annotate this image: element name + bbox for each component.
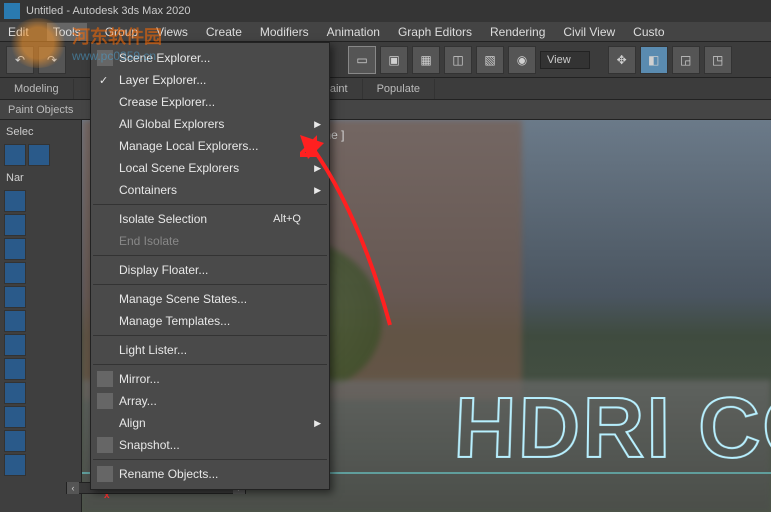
menu-manage-local-explorers[interactable]: Manage Local Explorers... bbox=[91, 135, 329, 157]
select-similar-icon[interactable]: ▧ bbox=[476, 46, 504, 74]
menu-light-lister[interactable]: Light Lister... bbox=[91, 339, 329, 361]
menu-all-global-explorers[interactable]: All Global Explorers▶ bbox=[91, 113, 329, 135]
scene-explorer-icon bbox=[97, 50, 113, 66]
check-icon: ✓ bbox=[99, 74, 108, 87]
display-hidden-icon[interactable] bbox=[4, 454, 26, 476]
submenu-arrow-icon: ▶ bbox=[314, 418, 321, 429]
display-xrefs-icon[interactable] bbox=[4, 358, 26, 380]
menu-create[interactable]: Create bbox=[206, 25, 242, 39]
snapshot-icon bbox=[97, 437, 113, 453]
menu-manage-scene-states[interactable]: Manage Scene States... bbox=[91, 288, 329, 310]
display-lights-icon[interactable] bbox=[4, 238, 26, 260]
undo-button[interactable]: ↶ bbox=[6, 46, 34, 74]
selection-filter-dropdown[interactable]: View bbox=[540, 51, 590, 69]
submenu-arrow-icon: ▶ bbox=[314, 185, 321, 196]
display-cameras-icon[interactable] bbox=[4, 262, 26, 284]
menubar: Edit Tools Group Views Create Modifiers … bbox=[0, 22, 771, 42]
display-bones-icon[interactable] bbox=[4, 382, 26, 404]
menu-rename-objects[interactable]: Rename Objects... bbox=[91, 463, 329, 485]
menu-manage-templates[interactable]: Manage Templates... bbox=[91, 310, 329, 332]
menu-snapshot[interactable]: Snapshot... bbox=[91, 434, 329, 456]
paint-select-icon[interactable]: ◉ bbox=[508, 46, 536, 74]
menu-views[interactable]: Views bbox=[156, 25, 188, 39]
left-panel-header: Selec bbox=[0, 120, 81, 140]
menu-align[interactable]: Align▶ bbox=[91, 412, 329, 434]
array-icon bbox=[97, 393, 113, 409]
submenu-arrow-icon: ▶ bbox=[314, 163, 321, 174]
display-groups-icon[interactable] bbox=[4, 334, 26, 356]
shortcut-label: Alt+Q bbox=[273, 213, 301, 225]
menu-edit[interactable]: Edit bbox=[8, 25, 29, 39]
menu-crease-explorer[interactable]: Crease Explorer... bbox=[91, 91, 329, 113]
display-helpers-icon[interactable] bbox=[4, 286, 26, 308]
select-rect-icon[interactable]: ▭ bbox=[348, 46, 376, 74]
menu-rendering[interactable]: Rendering bbox=[490, 25, 545, 39]
select-object-icon[interactable]: ▦ bbox=[412, 46, 440, 74]
move-icon[interactable]: ✥ bbox=[608, 46, 636, 74]
viewport-3d-text[interactable]: HDRI CO bbox=[452, 380, 771, 478]
menu-group[interactable]: Group bbox=[105, 25, 138, 39]
window-title: Untitled - Autodesk 3ds Max 2020 bbox=[26, 5, 190, 17]
menu-tools[interactable]: Tools bbox=[47, 23, 87, 41]
rotate-icon[interactable]: ◧ bbox=[640, 46, 668, 74]
left-panel: Selec Nar bbox=[0, 120, 82, 512]
ribbon-tab-modeling[interactable]: Modeling bbox=[0, 79, 74, 99]
display-containers-icon[interactable] bbox=[4, 406, 26, 428]
display-shapes-icon[interactable] bbox=[4, 214, 26, 236]
menu-isolate-selection[interactable]: Isolate SelectionAlt+Q bbox=[91, 208, 329, 230]
display-spacewarps-icon[interactable] bbox=[4, 310, 26, 332]
menu-mirror[interactable]: Mirror... bbox=[91, 368, 329, 390]
menu-modifiers[interactable]: Modifiers bbox=[260, 25, 309, 39]
menu-end-isolate: End Isolate bbox=[91, 230, 329, 252]
tools-menu: Scene Explorer... ✓Layer Explorer... Cre… bbox=[90, 42, 330, 490]
menu-animation[interactable]: Animation bbox=[327, 25, 380, 39]
menu-layer-explorer[interactable]: ✓Layer Explorer... bbox=[91, 69, 329, 91]
filter2-icon[interactable] bbox=[28, 144, 50, 166]
rename-icon bbox=[97, 466, 113, 482]
display-geometry-icon[interactable] bbox=[4, 190, 26, 212]
redo-button[interactable]: ↷ bbox=[38, 46, 66, 74]
ribbon-tab-populate[interactable]: Populate bbox=[363, 79, 435, 99]
menu-scene-explorer[interactable]: Scene Explorer... bbox=[91, 47, 329, 69]
panel-strip-label: Paint Objects bbox=[8, 104, 73, 116]
submenu-arrow-icon: ▶ bbox=[314, 119, 321, 130]
titlebar: Untitled - Autodesk 3ds Max 2020 bbox=[0, 0, 771, 22]
scale-icon[interactable]: ◲ bbox=[672, 46, 700, 74]
select-region-icon[interactable]: ◫ bbox=[444, 46, 472, 74]
placement-icon[interactable]: ◳ bbox=[704, 46, 732, 74]
menu-array[interactable]: Array... bbox=[91, 390, 329, 412]
app-icon bbox=[4, 3, 20, 19]
menu-graph-editors[interactable]: Graph Editors bbox=[398, 25, 472, 39]
menu-civil-view[interactable]: Civil View bbox=[563, 25, 615, 39]
menu-containers[interactable]: Containers▶ bbox=[91, 179, 329, 201]
display-frozen-icon[interactable] bbox=[4, 430, 26, 452]
scroll-left-icon[interactable]: ‹ bbox=[67, 482, 79, 494]
menu-customize[interactable]: Custo bbox=[633, 25, 664, 39]
select-window-icon[interactable]: ▣ bbox=[380, 46, 408, 74]
menu-local-scene-explorers[interactable]: Local Scene Explorers▶ bbox=[91, 157, 329, 179]
filter-icon[interactable] bbox=[4, 144, 26, 166]
menu-display-floater[interactable]: Display Floater... bbox=[91, 259, 329, 281]
mirror-icon bbox=[97, 371, 113, 387]
left-panel-sub: Nar bbox=[0, 170, 81, 186]
